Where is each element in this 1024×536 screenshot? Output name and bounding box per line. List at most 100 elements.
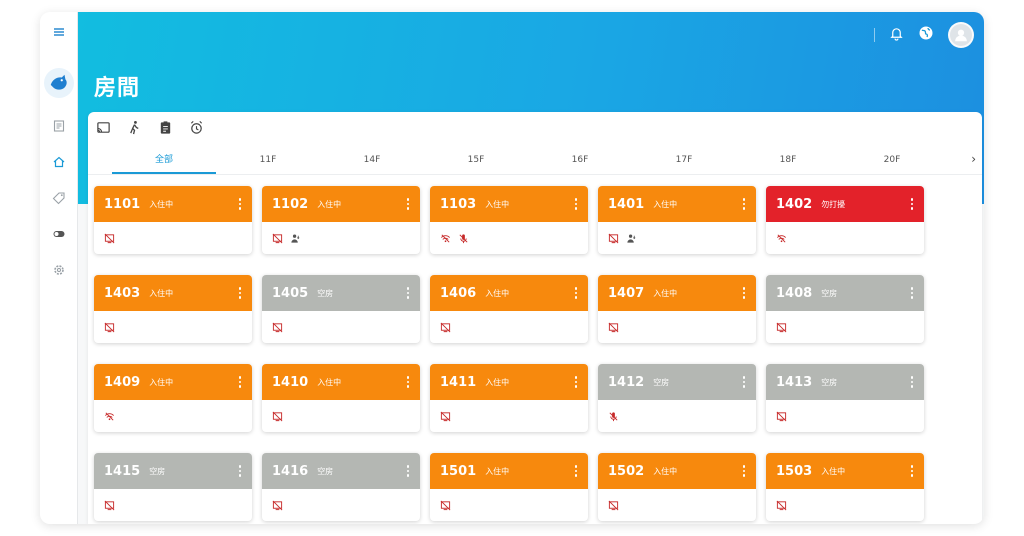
room-card[interactable]: 1403 入住中: [94, 275, 252, 343]
more-vert-icon[interactable]: [574, 376, 578, 388]
tabs-next-chevron-icon[interactable]: ›: [971, 152, 976, 166]
room-card[interactable]: 1416 空房: [262, 453, 420, 521]
room-number: 1408: [776, 285, 813, 301]
room-card[interactable]: 1405 空房: [262, 275, 420, 343]
screen-off-icon: [272, 407, 283, 426]
screen-off-icon: [608, 496, 619, 515]
screen-off-icon: [104, 496, 115, 515]
room-card[interactable]: 1402 勿打擾: [766, 186, 924, 254]
tab-18f[interactable]: 18F: [736, 150, 840, 176]
toggle-icon[interactable]: [40, 224, 78, 244]
screen-off-icon: [272, 318, 283, 337]
room-status-icons: [94, 311, 252, 343]
more-vert-icon[interactable]: [406, 376, 410, 388]
user-avatar-icon[interactable]: [948, 22, 974, 48]
room-card[interactable]: 1406 入住中: [430, 275, 588, 343]
tab-11f[interactable]: 11F: [216, 150, 320, 176]
tag-icon[interactable]: [40, 188, 78, 208]
more-vert-icon[interactable]: [574, 465, 578, 477]
room-status-icons: [94, 222, 252, 254]
more-vert-icon[interactable]: [238, 198, 242, 210]
room-status-icons: [262, 400, 420, 432]
tab-all[interactable]: 全部: [112, 150, 216, 176]
tab-20f[interactable]: 20F: [840, 150, 944, 176]
room-status-icons: [262, 489, 420, 521]
app-window: 房間 全部 11F 14F 15F 16F 17F 18F 20F › 1101…: [40, 12, 984, 524]
more-vert-icon[interactable]: [742, 287, 746, 299]
room-status-icons: [766, 400, 924, 432]
room-card[interactable]: 1412 空房: [598, 364, 756, 432]
room-card[interactable]: 1415 空房: [94, 453, 252, 521]
more-vert-icon[interactable]: [910, 465, 914, 477]
room-status-icons: [94, 400, 252, 432]
more-vert-icon[interactable]: [910, 198, 914, 210]
more-vert-icon[interactable]: [406, 287, 410, 299]
alarm-icon[interactable]: [189, 120, 204, 139]
more-vert-icon[interactable]: [406, 465, 410, 477]
room-header: 1402 勿打擾: [766, 186, 924, 222]
more-vert-icon[interactable]: [238, 287, 242, 299]
more-vert-icon[interactable]: [574, 287, 578, 299]
room-card[interactable]: 1503 入住中: [766, 453, 924, 521]
room-card[interactable]: 1103 入住中: [430, 186, 588, 254]
room-status: 空房: [317, 466, 334, 476]
room-card[interactable]: 1411 入住中: [430, 364, 588, 432]
more-vert-icon[interactable]: [406, 198, 410, 210]
screen-off-icon: [104, 318, 115, 337]
document-icon[interactable]: [40, 116, 78, 136]
room-status: 入住中: [317, 377, 342, 387]
tab-15f[interactable]: 15F: [424, 150, 528, 176]
clipboard-icon[interactable]: [158, 120, 173, 139]
more-vert-icon[interactable]: [742, 465, 746, 477]
room-number: 1403: [104, 285, 141, 301]
tab-16f[interactable]: 16F: [528, 150, 632, 176]
room-status: 空房: [317, 288, 334, 298]
tab-17f[interactable]: 17F: [632, 150, 736, 176]
home-icon[interactable]: [40, 152, 78, 172]
more-vert-icon[interactable]: [742, 198, 746, 210]
more-vert-icon[interactable]: [910, 376, 914, 388]
more-vert-icon[interactable]: [238, 376, 242, 388]
room-card[interactable]: 1502 入住中: [598, 453, 756, 521]
room-header: 1415 空房: [94, 453, 252, 489]
logo[interactable]: [44, 68, 74, 98]
room-card[interactable]: 1101 入住中: [94, 186, 252, 254]
room-header: 1503 入住中: [766, 453, 924, 489]
room-header: 1401 入住中: [598, 186, 756, 222]
menu-icon[interactable]: [40, 22, 78, 42]
room-number: 1410: [272, 374, 309, 390]
room-card[interactable]: 1407 入住中: [598, 275, 756, 343]
globe-icon[interactable]: [918, 25, 934, 45]
screen-off-icon: [272, 496, 283, 515]
more-vert-icon[interactable]: [574, 198, 578, 210]
room-number: 1503: [776, 463, 813, 479]
room-card[interactable]: 1409 入住中: [94, 364, 252, 432]
room-status: 入住中: [149, 377, 174, 387]
more-vert-icon[interactable]: [910, 287, 914, 299]
more-vert-icon[interactable]: [238, 465, 242, 477]
tab-14f[interactable]: 14F: [320, 150, 424, 176]
more-vert-icon[interactable]: [742, 376, 746, 388]
room-card[interactable]: 1408 空房: [766, 275, 924, 343]
walk-icon[interactable]: [127, 120, 142, 139]
room-card[interactable]: 1410 入住中: [262, 364, 420, 432]
room-header: 1501 入住中: [430, 453, 588, 489]
room-status: 入住中: [485, 199, 510, 209]
room-card[interactable]: 1501 入住中: [430, 453, 588, 521]
room-status-icons: [262, 311, 420, 343]
room-number: 1412: [608, 374, 645, 390]
room-number: 1401: [608, 196, 645, 212]
settings-icon[interactable]: [40, 260, 78, 280]
cast-icon[interactable]: [96, 120, 111, 139]
room-card[interactable]: 1401 入住中: [598, 186, 756, 254]
room-status-icons: [766, 489, 924, 521]
room-header: 1412 空房: [598, 364, 756, 400]
room-status: 入住中: [653, 288, 678, 298]
room-header: 1406 入住中: [430, 275, 588, 311]
room-header: 1502 入住中: [598, 453, 756, 489]
room-card[interactable]: 1413 空房: [766, 364, 924, 432]
room-status: 入住中: [149, 288, 174, 298]
room-card[interactable]: 1102 入住中: [262, 186, 420, 254]
notification-bell-icon[interactable]: [889, 26, 904, 45]
room-header: 1102 入住中: [262, 186, 420, 222]
